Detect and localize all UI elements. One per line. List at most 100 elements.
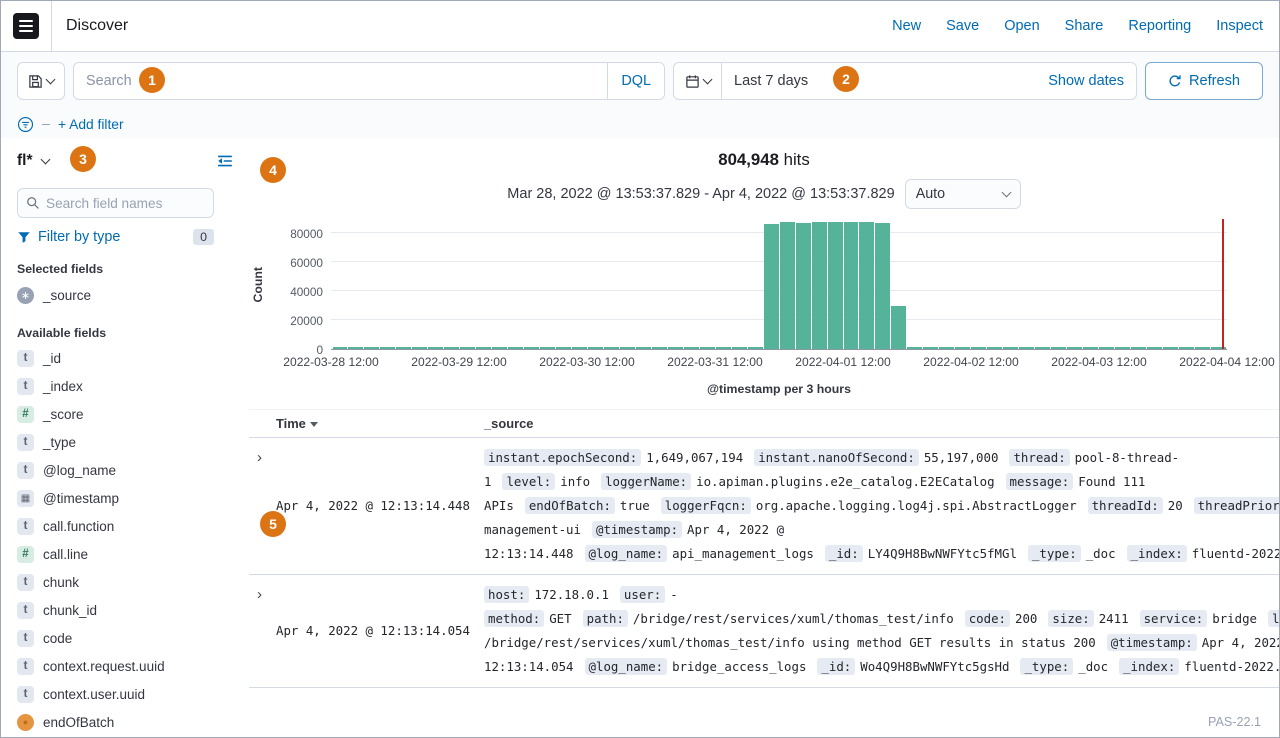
histogram-bar[interactable] <box>476 347 491 349</box>
field-item[interactable]: ▦ @timestamp <box>17 484 233 512</box>
histogram-bar[interactable] <box>620 347 635 349</box>
field-item[interactable]: ● endOfBatch <box>17 708 233 736</box>
collapse-sidebar-icon[interactable] <box>217 153 233 169</box>
histogram-bar[interactable] <box>348 347 363 349</box>
histogram-bar[interactable] <box>1115 347 1130 349</box>
histogram-bar[interactable] <box>939 347 954 349</box>
histogram-bar[interactable] <box>971 347 986 349</box>
chevron-down-icon[interactable] <box>40 154 50 164</box>
field-item[interactable]: t code <box>17 624 233 652</box>
histogram-bar[interactable] <box>1195 347 1210 349</box>
histogram-bar[interactable] <box>875 223 890 349</box>
histogram-bar[interactable] <box>891 306 906 349</box>
field-item[interactable]: t @log_name <box>17 456 233 484</box>
histogram-bar[interactable] <box>1083 347 1098 349</box>
histogram-bar[interactable] <box>684 347 699 349</box>
field-item[interactable]: t context.request.uuid <box>17 652 233 680</box>
field-item[interactable]: t _index <box>17 372 233 400</box>
histogram-bar[interactable] <box>732 347 747 349</box>
histogram-bar[interactable] <box>764 224 779 349</box>
histogram-bar[interactable] <box>652 347 667 349</box>
field-item[interactable]: t chunk <box>17 568 233 596</box>
time-range-label[interactable]: Last 7 days <box>734 73 808 89</box>
histogram-bar[interactable] <box>987 347 1002 349</box>
histogram-bar[interactable] <box>1163 347 1178 349</box>
open-button[interactable]: Open <box>1004 18 1039 34</box>
histogram-bar[interactable] <box>700 347 715 349</box>
field-item[interactable]: t chunk_id <box>17 596 233 624</box>
field-item[interactable]: t _id <box>17 344 233 372</box>
menu-icon[interactable] <box>13 13 39 39</box>
histogram-bar[interactable] <box>636 347 651 349</box>
filter-by-type-button[interactable]: Filter by type 0 <box>17 229 214 245</box>
expand-row-icon[interactable]: › <box>257 449 262 466</box>
new-button[interactable]: New <box>892 18 921 34</box>
histogram-bar[interactable] <box>1019 347 1034 349</box>
histogram-bar[interactable] <box>412 347 427 349</box>
histogram-bar[interactable] <box>796 223 811 349</box>
interval-select[interactable]: Auto <box>905 179 1021 209</box>
histogram-bar[interactable] <box>396 347 411 349</box>
histogram-bar[interactable] <box>748 347 763 349</box>
filter-circle-icon[interactable] <box>17 116 34 133</box>
histogram-bar[interactable] <box>668 347 683 349</box>
search-input[interactable] <box>74 73 607 89</box>
histogram-bar[interactable] <box>1099 347 1114 349</box>
row-source: host:172.18.0.1user:-method:GETpath:/bri… <box>484 583 1279 679</box>
histogram-bar[interactable] <box>460 347 475 349</box>
histogram-bar[interactable] <box>812 222 827 349</box>
field-item[interactable]: # _score <box>17 400 233 428</box>
field-name-badge: user: <box>620 586 665 603</box>
histogram-bar[interactable] <box>716 347 731 349</box>
histogram-bar[interactable] <box>364 347 379 349</box>
saved-query-button[interactable] <box>17 62 65 100</box>
field-name-badge: _type: <box>1020 658 1073 675</box>
save-button[interactable]: Save <box>946 18 979 34</box>
histogram-bar[interactable] <box>333 347 348 349</box>
share-button[interactable]: Share <box>1065 18 1104 34</box>
histogram-bar[interactable] <box>1131 347 1146 349</box>
time-column-header[interactable]: Time <box>276 416 484 431</box>
expand-row-icon[interactable]: › <box>257 586 262 603</box>
histogram-bar[interactable] <box>492 347 507 349</box>
x-tick-label: 2022-03-29 12:00 <box>411 355 507 369</box>
histogram-bar[interactable] <box>588 347 603 349</box>
histogram-bar[interactable] <box>780 222 795 349</box>
field-item[interactable]: t _type <box>17 428 233 456</box>
field-item[interactable]: # call.line <box>17 540 233 568</box>
histogram-bar[interactable] <box>540 347 555 349</box>
inspect-button[interactable]: Inspect <box>1216 18 1263 34</box>
histogram-bar[interactable] <box>572 347 587 349</box>
chevron-down-icon <box>702 74 712 84</box>
field-item[interactable]: t context.user.uuid <box>17 680 233 708</box>
histogram-bar[interactable] <box>859 222 874 349</box>
add-filter-button[interactable]: + Add filter <box>58 117 124 132</box>
histogram-bar[interactable] <box>1051 347 1066 349</box>
histogram-bar[interactable] <box>524 347 539 349</box>
histogram-bar[interactable] <box>923 347 938 349</box>
histogram-bar[interactable] <box>828 222 843 349</box>
histogram-bar[interactable] <box>508 347 523 349</box>
histogram-bar[interactable] <box>844 222 859 349</box>
histogram-bar[interactable] <box>1003 347 1018 349</box>
histogram-bar[interactable] <box>444 347 459 349</box>
query-language-button[interactable]: DQL <box>607 63 664 99</box>
reporting-button[interactable]: Reporting <box>1128 18 1191 34</box>
histogram-bar[interactable] <box>556 347 571 349</box>
index-pattern-switcher[interactable]: fl* <box>17 152 33 170</box>
field-item[interactable]: t call.function <box>17 512 233 540</box>
calendar-button[interactable] <box>674 63 722 99</box>
histogram-bar[interactable] <box>604 347 619 349</box>
field-search-input[interactable] <box>46 196 205 211</box>
histogram-bar[interactable] <box>1179 347 1194 349</box>
show-dates-button[interactable]: Show dates <box>1048 73 1136 89</box>
histogram-bar[interactable] <box>1035 347 1050 349</box>
histogram-bar[interactable] <box>428 347 443 349</box>
histogram-bar[interactable] <box>1147 347 1162 349</box>
refresh-button[interactable]: Refresh <box>1145 62 1263 100</box>
field-item[interactable]: ∗ _source <box>17 281 233 309</box>
histogram-bar[interactable] <box>380 347 395 349</box>
histogram-bar[interactable] <box>955 347 970 349</box>
histogram-bar[interactable] <box>907 347 922 349</box>
histogram-bar[interactable] <box>1067 347 1082 349</box>
